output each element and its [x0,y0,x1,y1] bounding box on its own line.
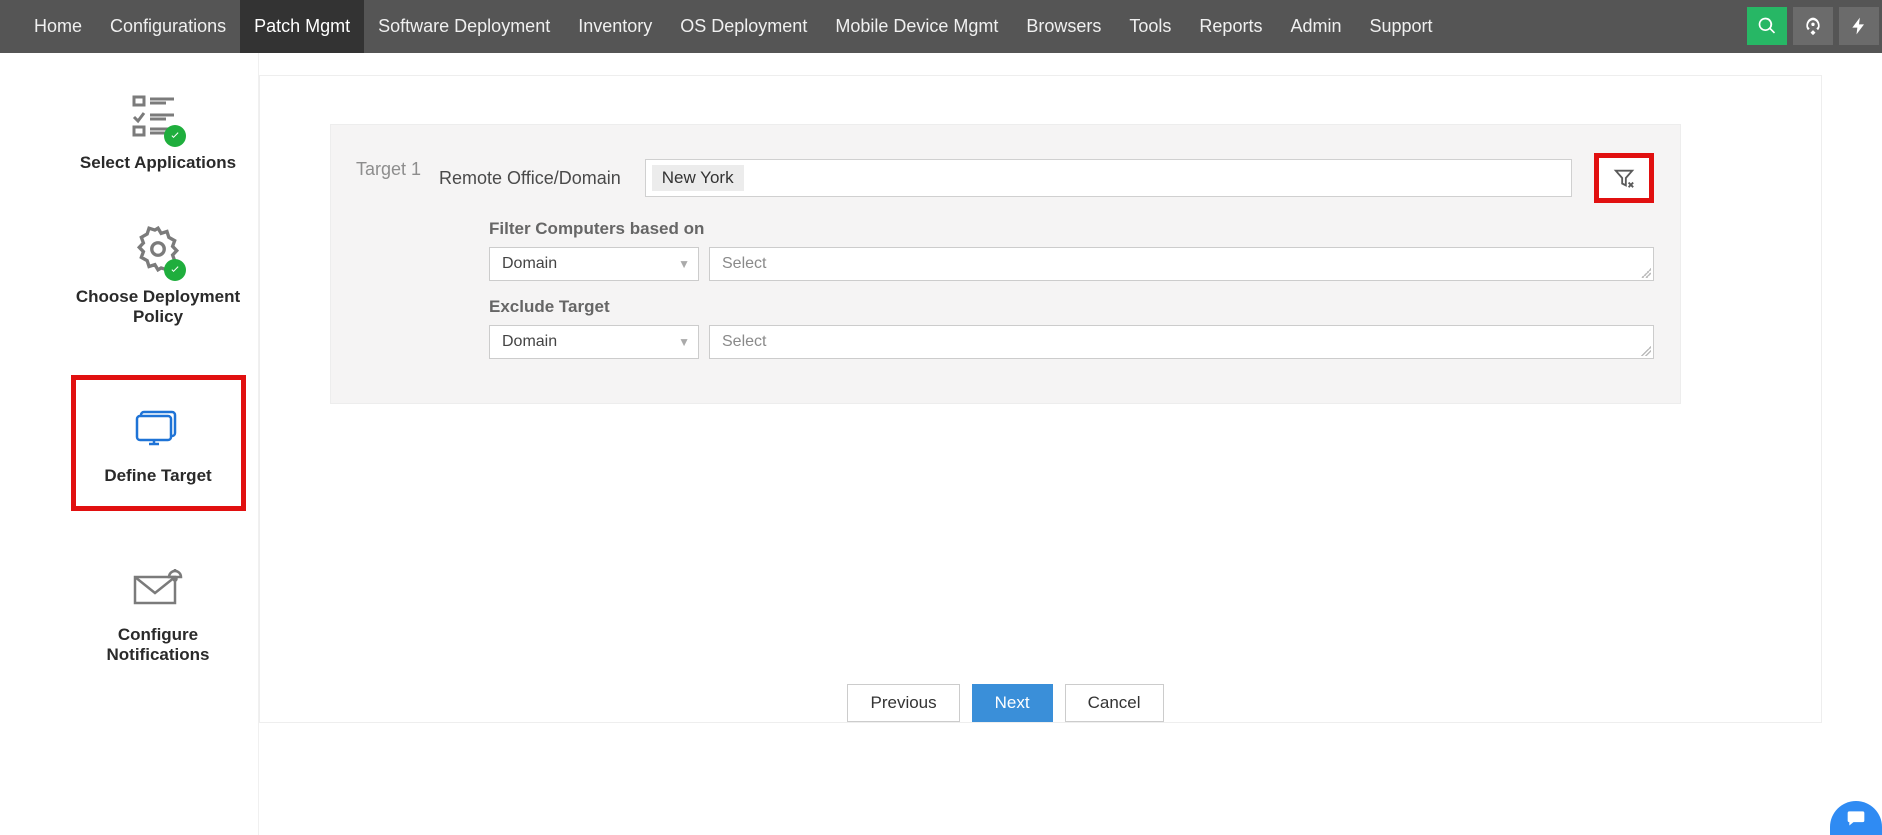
monitor-icon [135,408,181,448]
domain-chip[interactable]: New York [652,165,744,191]
launch-button[interactable] [1793,7,1833,45]
filter-clear-icon [1613,167,1635,189]
target-block: Target 1 Remote Office/Domain New York [330,124,1681,404]
target-number-label: Target 1 [331,153,421,375]
nav-reports[interactable]: Reports [1185,0,1276,53]
chevron-down-icon: ▼ [678,335,690,349]
filter-value-select[interactable]: Select [709,247,1654,281]
nav-browsers[interactable]: Browsers [1012,0,1115,53]
exclude-target-label: Exclude Target [489,297,1654,317]
step-label: Choose Deployment Policy [71,287,246,327]
check-badge-icon [164,125,186,147]
target-card: Target 1 Remote Office/Domain New York [259,75,1822,723]
next-button[interactable]: Next [972,684,1053,722]
top-nav: Home Configurations Patch Mgmt Software … [0,0,1882,53]
nav-software-deployment[interactable]: Software Deployment [364,0,564,53]
nav-configurations[interactable]: Configurations [96,0,240,53]
mail-notification-icon [131,567,185,607]
check-badge-icon [164,259,186,281]
filter-value-placeholder: Select [722,255,766,273]
clear-filter-button[interactable] [1594,153,1654,203]
step-configure-notifications[interactable]: Configure Notifications [71,559,246,665]
nav-home[interactable]: Home [20,0,96,53]
step-label: Define Target [104,466,211,486]
step-label: Configure Notifications [71,625,246,665]
nav-admin[interactable]: Admin [1276,0,1355,53]
nav-os-deployment[interactable]: OS Deployment [666,0,821,53]
lightning-icon [1849,16,1869,36]
filter-type-value: Domain [502,255,557,273]
resize-handle-icon [1641,268,1651,278]
nav-inventory[interactable]: Inventory [564,0,666,53]
exclude-value-placeholder: Select [722,333,766,351]
step-select-applications[interactable]: Select Applications [71,87,246,173]
resize-handle-icon [1641,346,1651,356]
exclude-type-dropdown[interactable]: Domain ▼ [489,325,699,359]
previous-button[interactable]: Previous [847,684,959,722]
exclude-value-select[interactable]: Select [709,325,1654,359]
wizard-sidebar: Select Applications Choose Deployment Po… [58,53,259,835]
nav-tools[interactable]: Tools [1115,0,1185,53]
wizard-footer: Previous Next Cancel [330,684,1681,722]
filter-type-dropdown[interactable]: Domain ▼ [489,247,699,281]
search-button[interactable] [1747,7,1787,45]
step-define-target[interactable]: Define Target [71,375,246,511]
rocket-icon [1803,16,1823,36]
nav-support[interactable]: Support [1355,0,1446,53]
remote-office-label: Remote Office/Domain [439,168,621,189]
filter-computers-label: Filter Computers based on [489,219,1654,239]
exclude-type-value: Domain [502,333,557,351]
step-label: Select Applications [80,153,236,173]
nav-mobile-device-mgmt[interactable]: Mobile Device Mgmt [821,0,1012,53]
cancel-button[interactable]: Cancel [1065,684,1164,722]
step-choose-deployment-policy[interactable]: Choose Deployment Policy [71,221,246,327]
remote-office-input[interactable]: New York [645,159,1572,197]
chat-icon [1844,808,1868,828]
quick-actions-button[interactable] [1839,7,1879,45]
main-content: Target 1 Remote Office/Domain New York [259,53,1882,835]
nav-patch-mgmt[interactable]: Patch Mgmt [240,0,364,53]
search-icon [1757,16,1777,36]
chevron-down-icon: ▼ [678,257,690,271]
